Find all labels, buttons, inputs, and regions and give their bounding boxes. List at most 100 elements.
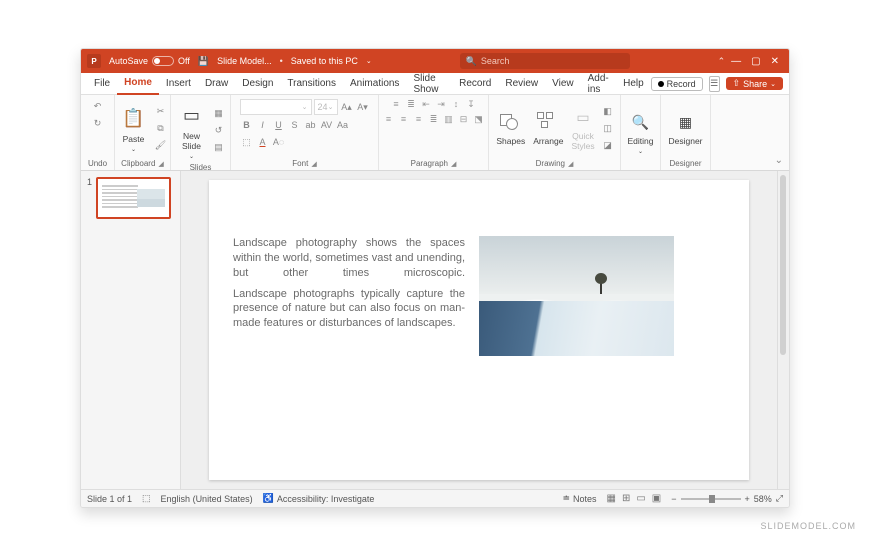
ribbon-display-icon[interactable]: ⌃ <box>718 56 726 67</box>
shape-fill-button[interactable]: ◧ <box>601 105 615 119</box>
arrange-button[interactable]: Arrange <box>531 110 565 148</box>
teams-share-icon[interactable]: ☰ <box>709 76 720 92</box>
text-direction-button[interactable]: ↧ <box>465 99 477 110</box>
close-button[interactable]: ✕ <box>771 56 779 67</box>
section-button[interactable]: ▤ <box>212 141 226 155</box>
zoom-level[interactable]: 58% <box>754 494 772 504</box>
chevron-down-icon[interactable]: ⌄ <box>366 57 372 65</box>
tab-slideshow[interactable]: Slide Show <box>406 73 452 95</box>
zoom-out-button[interactable]: − <box>671 494 676 504</box>
indent-dec-button[interactable]: ⇤ <box>420 99 432 110</box>
undo-button[interactable]: ↶ <box>91 99 105 113</box>
tab-review[interactable]: Review <box>498 73 545 95</box>
bold-button[interactable]: B <box>240 118 254 132</box>
redo-button[interactable]: ↻ <box>91 116 105 130</box>
smartart-button[interactable]: ⬔ <box>473 114 485 125</box>
shape-outline-button[interactable]: ◫ <box>601 122 615 136</box>
tab-draw[interactable]: Draw <box>198 73 235 95</box>
accessibility-button[interactable]: ♿Accessibility: Investigate <box>263 493 375 504</box>
tab-transitions[interactable]: Transitions <box>280 73 343 95</box>
slide-1[interactable]: Landscape photography shows the spaces w… <box>209 180 749 480</box>
slide-thumbnail-1[interactable] <box>96 177 171 219</box>
clear-format-button[interactable]: A◌ <box>272 135 286 149</box>
font-color-button[interactable]: A <box>256 135 270 149</box>
slide-indicator[interactable]: Slide 1 of 1 <box>87 494 132 504</box>
highlight-button[interactable]: ⬚ <box>240 135 254 149</box>
bullets-button[interactable]: ≡ <box>390 99 402 110</box>
copy-button[interactable]: ⧉ <box>154 122 168 136</box>
slide-image[interactable] <box>479 236 674 356</box>
search-box[interactable]: 🔍 Search <box>460 53 630 69</box>
dialog-launcher-icon[interactable]: ◢ <box>158 160 163 168</box>
cut-button[interactable]: ✂ <box>154 105 168 119</box>
sorter-view-button[interactable]: ⊞ <box>622 493 630 504</box>
tab-addins[interactable]: Add-ins <box>581 73 616 95</box>
dialog-launcher-icon[interactable]: ◢ <box>451 160 456 168</box>
underline-button[interactable]: U <box>272 118 286 132</box>
zoom-in-button[interactable]: + <box>745 494 750 504</box>
autosave-toggle[interactable]: AutoSave Off <box>109 56 190 66</box>
tab-view[interactable]: View <box>545 73 581 95</box>
tab-animations[interactable]: Animations <box>343 73 406 95</box>
slide-canvas-area[interactable]: Landscape photography shows the spaces w… <box>181 171 777 489</box>
tab-insert[interactable]: Insert <box>159 73 198 95</box>
shape-effects-button[interactable]: ◪ <box>601 139 615 153</box>
collapse-ribbon-button[interactable]: ⌄ <box>775 155 783 166</box>
tab-home[interactable]: Home <box>117 73 159 95</box>
vertical-scrollbar[interactable] <box>777 171 789 489</box>
shapes-button[interactable]: Shapes <box>494 110 527 148</box>
document-title[interactable]: Slide Model... <box>217 56 272 66</box>
slideshow-view-button[interactable]: ▣ <box>652 493 661 504</box>
designer-button[interactable]: ▦Designer <box>666 110 704 148</box>
new-slide-icon: ▭ <box>178 101 206 129</box>
dialog-launcher-icon[interactable]: ◢ <box>568 160 573 168</box>
font-name-dropdown[interactable]: ⌄ <box>240 99 312 115</box>
italic-button[interactable]: I <box>256 118 270 132</box>
align-text-button[interactable]: ⊟ <box>458 114 470 125</box>
record-button[interactable]: Record <box>651 77 703 91</box>
editing-dropdown[interactable]: 🔍Editing⌄ <box>626 110 656 157</box>
font-size-dropdown[interactable]: 24⌄ <box>314 99 338 115</box>
language-indicator[interactable]: English (United States) <box>161 494 253 504</box>
columns-button[interactable]: ▥ <box>443 114 455 125</box>
text-box[interactable]: Landscape photography shows the spaces w… <box>233 236 465 456</box>
save-icon[interactable]: 💾 <box>198 56 209 67</box>
align-right-button[interactable]: ≡ <box>413 114 425 125</box>
strike-button[interactable]: S <box>288 118 302 132</box>
numbering-button[interactable]: ≣ <box>405 99 417 110</box>
tab-file[interactable]: File <box>87 73 117 95</box>
indent-inc-button[interactable]: ⇥ <box>435 99 447 110</box>
increase-font-button[interactable]: A▴ <box>340 100 354 114</box>
fit-to-window-button[interactable]: ⤢ <box>776 493 783 504</box>
align-center-button[interactable]: ≡ <box>398 114 410 125</box>
clipboard-icon: 📋 <box>120 104 148 132</box>
normal-view-button[interactable]: ▦ <box>607 493 616 504</box>
spacing-button[interactable]: AV <box>320 118 334 132</box>
line-spacing-button[interactable]: ↕ <box>450 99 462 110</box>
format-painter-button[interactable]: 🖌 <box>154 139 168 153</box>
maximize-button[interactable]: ▢ <box>751 56 760 67</box>
justify-button[interactable]: ≣ <box>428 114 440 125</box>
paste-button[interactable]: 📋 Paste⌄ <box>118 102 150 155</box>
share-button[interactable]: ⇧Share⌄ <box>726 77 783 90</box>
decrease-font-button[interactable]: A▾ <box>356 100 370 114</box>
tab-help[interactable]: Help <box>616 73 651 95</box>
zoom-slider[interactable] <box>681 498 741 500</box>
slide-panel[interactable]: 1 <box>81 171 181 489</box>
notes-button[interactable]: ≐Notes <box>562 493 596 504</box>
dialog-launcher-icon[interactable]: ◢ <box>311 160 316 168</box>
minimize-button[interactable]: — <box>731 56 741 67</box>
align-left-button[interactable]: ≡ <box>383 114 395 125</box>
reset-button[interactable]: ↺ <box>212 124 226 138</box>
quick-styles-icon: ▭ <box>572 107 594 129</box>
shadow-button[interactable]: ab <box>304 118 318 132</box>
quick-styles-button[interactable]: ▭Quick Styles <box>569 105 596 153</box>
new-slide-button[interactable]: ▭ New Slide⌄ <box>176 99 208 162</box>
spell-check-icon[interactable]: ⬚ <box>142 493 151 504</box>
layout-button[interactable]: ▦ <box>212 107 226 121</box>
tab-design[interactable]: Design <box>235 73 280 95</box>
case-button[interactable]: Aa <box>336 118 350 132</box>
tab-record[interactable]: Record <box>452 73 498 95</box>
reading-view-button[interactable]: ▭ <box>636 493 645 504</box>
search-placeholder: Search <box>481 56 510 66</box>
